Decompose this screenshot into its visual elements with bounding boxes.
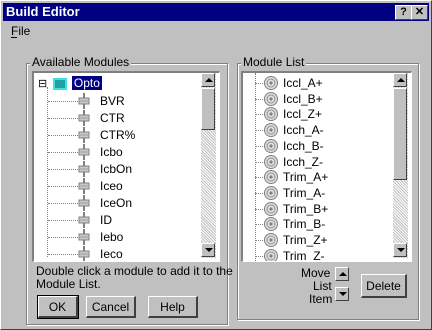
tree-branch-line — [48, 203, 78, 204]
menu-file-mnemonic — [11, 37, 17, 38]
hint-line-2: Module List. — [36, 277, 101, 291]
module-list-item-label: Iccl_A+ — [283, 76, 323, 90]
menu-file[interactable]: File — [11, 24, 30, 38]
module-list-item-label: Trim_Z+ — [283, 233, 328, 247]
module-chip-icon — [78, 195, 90, 211]
module-disc-icon — [264, 170, 278, 185]
tree-item-label: Ieco — [100, 247, 123, 261]
move-label-3: Item — [309, 292, 333, 306]
tree-item-label: Icbo — [100, 145, 123, 159]
tree-branch-line — [48, 101, 78, 102]
close-button[interactable]: ✕ — [411, 5, 428, 20]
title-bar[interactable]: Build Editor ? ✕ — [3, 3, 429, 21]
module-disc-icon — [264, 248, 278, 261]
module-disc-icon — [264, 123, 278, 138]
tree-item-label: ID — [100, 213, 112, 227]
tree-item-label: Iceo — [100, 179, 123, 193]
module-list-item-label: Trim_Z- — [283, 248, 325, 262]
tree-branch-line — [48, 237, 78, 238]
tree-root-row[interactable]: ⊟ Opto — [38, 75, 102, 91]
arrow-up-icon — [397, 78, 405, 82]
available-modules-tree[interactable]: ⊟ Opto BVR CTR CTR% Icbo IcbOn Iceo IceOn ID Ieb… — [32, 71, 220, 262]
collapse-icon[interactable]: ⊟ — [38, 78, 47, 90]
available-modules-label: Available Modules — [30, 55, 132, 69]
move-up-button[interactable] — [335, 267, 349, 281]
module-chip-icon — [78, 229, 90, 245]
tree-branch-line — [48, 220, 78, 221]
scroll-down-button[interactable] — [201, 243, 215, 257]
module-chip-icon — [78, 246, 90, 261]
module-disc-icon — [264, 233, 278, 247]
tree-line — [47, 87, 48, 257]
tree-branch-line — [48, 254, 78, 255]
tree-item-label: CTR% — [100, 128, 136, 142]
module-list-item-label: Icch_Z- — [283, 154, 324, 169]
scroll-thumb[interactable] — [201, 88, 215, 130]
help-title-button[interactable]: ? — [395, 5, 412, 20]
module-chip-icon — [78, 161, 90, 177]
module-list-item-label: Trim_A- — [283, 185, 326, 200]
tree-branch-line — [48, 118, 78, 119]
module-list-item-label: Trim_B- — [283, 217, 326, 232]
module-disc-icon — [264, 185, 278, 200]
module-chip-icon — [78, 178, 90, 194]
scroll-thumb[interactable] — [393, 88, 407, 180]
arrow-down-icon — [397, 248, 405, 252]
module-list-box[interactable]: Iccl_A+ Iccl_B+ Iccl_Z+ Icch_A- Icch_B- Icch_… — [241, 71, 412, 262]
tree-branch-line — [48, 169, 78, 170]
module-chip-icon — [78, 110, 90, 126]
window-title: Build Editor — [6, 4, 80, 19]
arrow-up-icon — [339, 272, 347, 276]
tree-item-label: BVR — [100, 94, 125, 108]
module-disc-icon — [264, 217, 278, 232]
cancel-button[interactable]: Cancel — [86, 296, 136, 318]
module-disc-icon — [264, 91, 278, 106]
delete-button[interactable]: Delete — [361, 274, 407, 298]
tree-root-label: Opto — [71, 76, 102, 90]
module-list-item-label: Iccl_Z+ — [283, 107, 323, 122]
tree-item-label: IceOn — [100, 196, 133, 210]
module-list-item-label: Icch_B- — [283, 138, 324, 153]
scroll-up-button[interactable] — [393, 73, 407, 87]
tree-item-label: IcbOn — [100, 162, 133, 176]
module-list-item-label: Trim_A+ — [283, 170, 329, 185]
tree-branch-line — [48, 135, 78, 136]
scroll-down-button[interactable] — [393, 243, 407, 257]
module-chip-icon — [78, 127, 90, 143]
module-disc-icon — [264, 107, 278, 122]
ok-button[interactable]: OK — [37, 295, 79, 319]
module-disc-icon — [264, 76, 278, 90]
module-chip-icon — [78, 144, 90, 160]
tree-branch-line — [48, 186, 78, 187]
module-list-scrollbar[interactable] — [393, 73, 408, 258]
help-button[interactable]: Help — [148, 296, 198, 318]
module-list-item-label: Iccl_B+ — [283, 91, 323, 106]
module-disc-icon — [264, 154, 278, 169]
module-list-label: Module List — [241, 55, 307, 69]
move-down-button[interactable] — [335, 287, 349, 301]
module-chip-icon — [78, 212, 90, 228]
module-list-item-label: Icch_A- — [283, 123, 324, 138]
module-disc-icon — [264, 138, 278, 153]
arrow-up-icon — [205, 78, 213, 82]
folder-icon — [52, 77, 67, 90]
tree-item-label: Iebo — [100, 230, 124, 244]
available-scrollbar[interactable] — [201, 73, 216, 258]
module-list-item-label: Trim_B+ — [283, 201, 329, 216]
module-disc-icon — [264, 201, 278, 216]
list-line — [255, 73, 256, 261]
tree-item-label: CTR — [100, 111, 125, 125]
scroll-up-button[interactable] — [201, 73, 215, 87]
module-chip-icon — [78, 93, 90, 109]
build-editor-window: Build Editor ? ✕ File Available Modules … — [0, 0, 432, 330]
arrow-down-icon — [205, 248, 213, 252]
tree-branch-line — [48, 152, 78, 153]
arrow-down-icon — [339, 292, 347, 296]
